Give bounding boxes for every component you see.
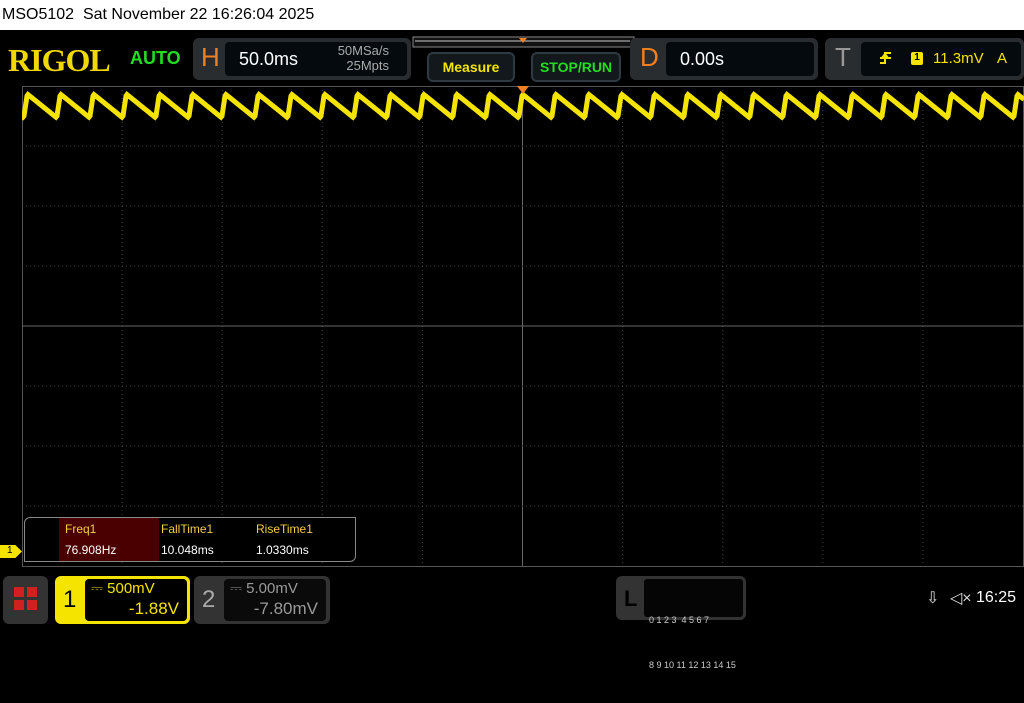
- measurement-value: 1.0330ms: [256, 543, 309, 557]
- usb-icon: ⇩: [926, 590, 940, 607]
- measurement-panel: Freq1 76.908Hz FallTime1 10.048ms RiseTime…: [24, 517, 356, 562]
- trigger-sweep: A: [997, 50, 1008, 67]
- channel1-panel[interactable]: 1 ⎓ 500mV -1.88V: [55, 576, 190, 624]
- speaker-muted-icon[interactable]: ◁×: [950, 588, 972, 608]
- model: MSO5102: [2, 6, 75, 23]
- waveform-grid[interactable]: [22, 86, 1024, 567]
- trigger-level: 11.3mV: [933, 50, 984, 67]
- measurement-label: Freq1: [65, 522, 97, 536]
- memory-depth: 25Mpts: [346, 58, 389, 73]
- trigger-marker: [517, 86, 529, 94]
- channel2-panel[interactable]: 2 ⎓ 5.00mV -7.80mV: [194, 576, 330, 624]
- channel-number: 2: [202, 586, 216, 613]
- logic-row2: 8 9 10 11 12 13 14 15: [649, 660, 736, 670]
- channel-number: 1: [63, 586, 77, 613]
- grid-menu-icon: [14, 587, 37, 610]
- trigger-mode: AUTO: [130, 48, 181, 68]
- delay-panel[interactable]: D 0.00s: [630, 38, 818, 80]
- trigger-panel[interactable]: T 1 11.3mV A: [825, 38, 1024, 80]
- sample-rate: 50MSa/s: [337, 43, 389, 58]
- measurement-label: RiseTime1: [256, 522, 313, 536]
- horizontal-letter: H: [201, 42, 220, 72]
- clock: 16:25: [976, 589, 1017, 606]
- channel1-offset-marker[interactable]: 1: [0, 545, 22, 558]
- measurement-value: 10.048ms: [161, 543, 214, 557]
- channel-offset: -1.88V: [128, 599, 179, 618]
- trigger-source: 1: [911, 52, 923, 65]
- measurement-freq[interactable]: Freq1 76.908Hz: [59, 518, 159, 561]
- logic-panel[interactable]: L 0 1 2 3 4 5 6 7 8 9 10 11 12 13 14 15: [616, 576, 746, 670]
- title-bar: MSO5102 Sat November 22 16:26:04 2025: [0, 0, 1024, 30]
- horizontal-panel[interactable]: H 50.0ms 50MSa/s 25Mpts: [193, 38, 411, 80]
- channel-scale: 5.00mV: [246, 580, 298, 597]
- rising-edge-icon: [880, 52, 891, 64]
- channel-offset: -7.80mV: [253, 599, 318, 618]
- logic-row1: 0 1 2 3 4 5 6 7: [649, 615, 710, 625]
- delay-letter: D: [640, 42, 659, 72]
- stop-run-button[interactable]: STOP/RUN: [531, 52, 621, 82]
- measurement-label: FallTime1: [161, 522, 214, 536]
- channel-scale: 500mV: [107, 580, 155, 597]
- memory-position-bar[interactable]: [412, 36, 636, 50]
- datetime: Sat November 22 16:26:04 2025: [82, 6, 315, 23]
- measurement-risetime[interactable]: RiseTime1 1.0330ms: [250, 518, 345, 561]
- delay-value: 0.00s: [680, 49, 725, 69]
- timebase: 50.0ms: [239, 49, 299, 69]
- measurement-falltime[interactable]: FallTime1 10.048ms: [155, 518, 250, 561]
- measure-button[interactable]: Measure: [427, 52, 515, 82]
- trigger-letter: T: [835, 42, 851, 72]
- rigol-logo: RIGOL: [8, 42, 111, 78]
- logic-letter: L: [624, 586, 638, 611]
- menu-button[interactable]: [3, 576, 48, 624]
- measurement-value: 76.908Hz: [65, 543, 117, 557]
